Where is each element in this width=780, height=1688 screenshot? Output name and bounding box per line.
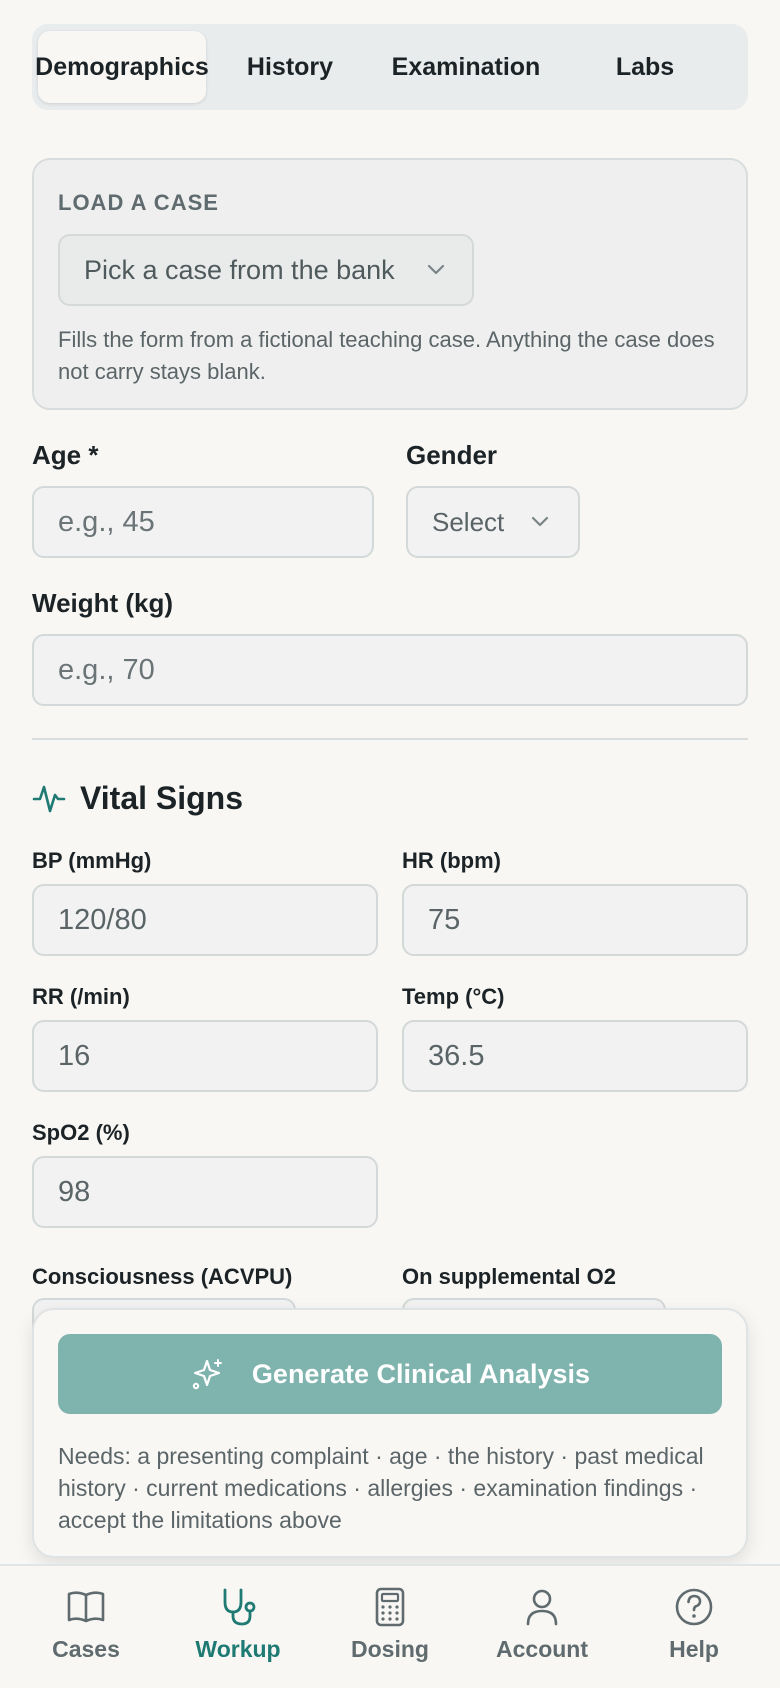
age-input[interactable]: e.g., 45 bbox=[32, 486, 374, 558]
hr-value: 75 bbox=[428, 903, 461, 936]
hr-label: HR (bpm) bbox=[402, 848, 501, 873]
case-bank-select[interactable]: Pick a case from the bank bbox=[58, 234, 474, 306]
tab-demographics[interactable]: Demographics bbox=[35, 31, 209, 103]
generate-button-label: Generate Clinical Analysis bbox=[251, 1358, 591, 1389]
rr-input[interactable]: 16 bbox=[32, 1020, 378, 1092]
gender-label: Gender bbox=[406, 440, 498, 470]
sparkles-icon bbox=[192, 1359, 222, 1390]
activity-icon bbox=[32, 785, 66, 813]
nav-item-workup[interactable]: Workup bbox=[168, 1586, 308, 1663]
spo2-value: 98 bbox=[58, 1175, 91, 1208]
nav-label-help: Help bbox=[669, 1636, 719, 1662]
bp-label: BP (mmHg) bbox=[32, 848, 152, 873]
temp-input[interactable]: 36.5 bbox=[402, 1020, 748, 1092]
tab-labs[interactable]: Labs bbox=[558, 31, 732, 103]
vital-signs-header: Vital Signs bbox=[32, 778, 243, 818]
case-select-value: Pick a case from the bank bbox=[84, 254, 395, 285]
vital-signs-title: Vital Signs bbox=[80, 779, 244, 816]
calculator-icon bbox=[375, 1587, 405, 1627]
spo2-label: SpO2 (%) bbox=[32, 1120, 130, 1145]
load-case-help: Fills the form from a fictional teaching… bbox=[58, 327, 715, 384]
bottom-nav: Cases Workup Dosing Account Help bbox=[0, 1564, 780, 1688]
nav-label-dosing: Dosing bbox=[351, 1636, 429, 1662]
load-case-title: LOAD A CASE bbox=[58, 190, 219, 215]
stethoscope-icon bbox=[223, 1588, 256, 1626]
rr-label: RR (/min) bbox=[32, 984, 130, 1009]
supplemental-o2-label: On supplemental O2 bbox=[402, 1264, 616, 1289]
section-tabs: Demographics History Examination Labs bbox=[32, 24, 748, 110]
workup-page: Demographics History Examination Labs LO… bbox=[0, 0, 780, 1688]
generate-panel: Generate Clinical Analysis Needs: a pres… bbox=[32, 1308, 748, 1558]
nav-item-account[interactable]: Account bbox=[472, 1586, 612, 1663]
bp-input[interactable]: 120/80 bbox=[32, 884, 378, 956]
temp-label: Temp (°C) bbox=[402, 984, 505, 1009]
chevron-down-icon bbox=[427, 264, 445, 275]
nav-label-workup: Workup bbox=[195, 1636, 281, 1662]
user-icon bbox=[526, 1589, 558, 1626]
nav-item-cases[interactable]: Cases bbox=[16, 1586, 156, 1663]
gender-select-value: Select bbox=[432, 506, 505, 537]
nav-item-help[interactable]: Help bbox=[624, 1586, 764, 1663]
book-icon bbox=[67, 1591, 105, 1623]
chevron-down-icon bbox=[531, 516, 549, 527]
hr-input[interactable]: 75 bbox=[402, 884, 748, 956]
age-label: Age * bbox=[32, 440, 99, 470]
spo2-input[interactable]: 98 bbox=[32, 1156, 378, 1228]
section-divider bbox=[32, 738, 748, 740]
nav-item-dosing[interactable]: Dosing bbox=[320, 1586, 460, 1663]
rr-value: 16 bbox=[58, 1039, 91, 1072]
requirements-text: Needs: a presenting complaint · age · th… bbox=[58, 1443, 704, 1533]
age-placeholder: e.g., 45 bbox=[58, 505, 155, 538]
bp-value: 120/80 bbox=[58, 903, 147, 936]
consciousness-label: Consciousness (ACVPU) bbox=[32, 1264, 293, 1289]
help-circle-icon bbox=[675, 1588, 713, 1626]
nav-label-account: Account bbox=[496, 1636, 588, 1662]
gender-select[interactable]: Select bbox=[406, 486, 580, 558]
tab-history[interactable]: History bbox=[206, 31, 374, 103]
nav-label-cases: Cases bbox=[52, 1636, 120, 1662]
load-case-card: LOAD A CASE Pick a case from the bank Fi… bbox=[32, 158, 748, 410]
weight-input[interactable]: e.g., 70 bbox=[32, 634, 748, 706]
generate-analysis-button[interactable]: Generate Clinical Analysis bbox=[58, 1334, 722, 1414]
weight-label: Weight (kg) bbox=[32, 588, 174, 618]
temp-value: 36.5 bbox=[428, 1039, 485, 1072]
tab-examination[interactable]: Examination bbox=[374, 31, 558, 103]
weight-placeholder: e.g., 70 bbox=[58, 653, 155, 686]
